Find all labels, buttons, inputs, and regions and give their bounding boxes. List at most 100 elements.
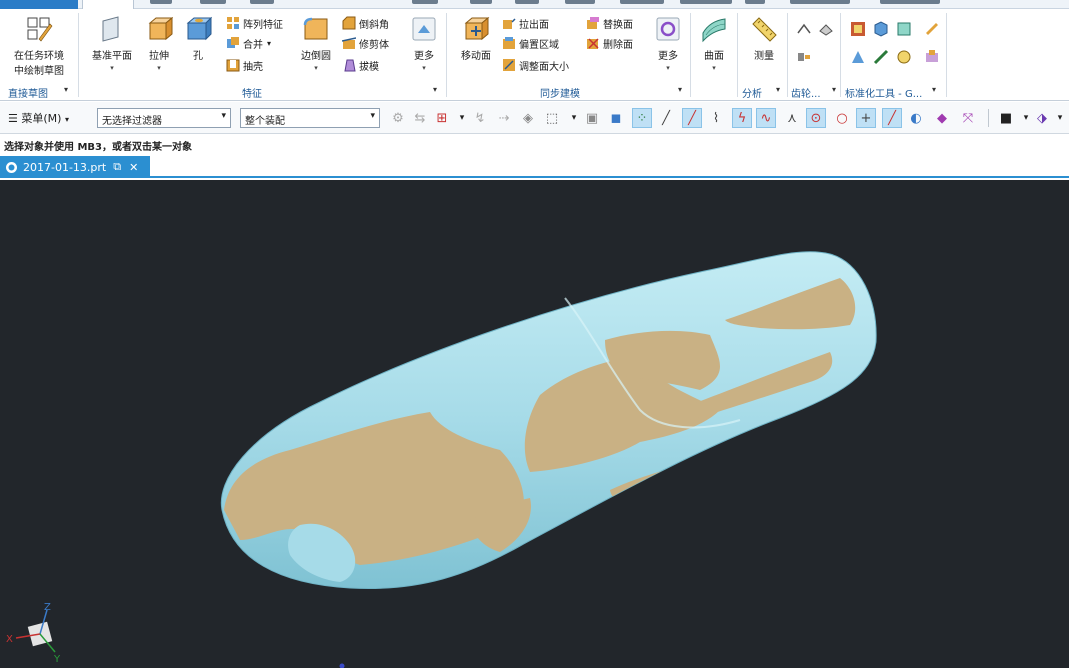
filter-icon[interactable]: ⇢: [494, 108, 514, 128]
polyline-icon[interactable]: ϟ: [732, 108, 752, 128]
std-tool-icon[interactable]: [850, 21, 866, 37]
origin-marker: [339, 663, 345, 668]
group-caret[interactable]: ▾: [433, 85, 437, 94]
selection-filter-dropdown[interactable]: 无选择过滤器 ▾: [97, 108, 231, 128]
spline-icon[interactable]: ∿: [756, 108, 776, 128]
chevron-down-icon[interactable]: ▾: [452, 108, 472, 128]
ribbon-tab[interactable]: [680, 0, 732, 4]
gear-tool-icon[interactable]: [796, 49, 812, 65]
resize-face-button[interactable]: 调整面大小: [502, 55, 569, 75]
assembly-navigator-icon[interactable]: ⚙: [388, 108, 408, 128]
render-style-icon[interactable]: ■: [996, 108, 1016, 128]
chevron-down-icon: ▾: [221, 111, 226, 121]
std-tool-icon[interactable]: [896, 21, 912, 37]
group-caret[interactable]: ▾: [64, 85, 68, 94]
chevron-down-icon[interactable]: ▾: [564, 108, 584, 128]
select-icon[interactable]: ↯: [470, 108, 490, 128]
view-orient-icon[interactable]: ⬗: [1032, 108, 1052, 128]
center-point-icon[interactable]: ⊙: [806, 108, 826, 128]
extrude-button[interactable]: 拉伸 ▾: [142, 15, 176, 72]
group-caret[interactable]: ▾: [832, 85, 836, 94]
gear-tool-icon[interactable]: [818, 21, 834, 37]
shell-icon: [226, 59, 240, 72]
measure-button[interactable]: 测量: [744, 15, 784, 62]
model-view[interactable]: Z X Y: [0, 180, 1069, 668]
file-tab[interactable]: [0, 0, 78, 9]
std-tool-icon[interactable]: [924, 21, 940, 37]
ribbon-tab[interactable]: [565, 0, 595, 4]
pattern-feature-button[interactable]: 阵列特征: [226, 13, 283, 33]
view-triad[interactable]: Z X Y: [6, 602, 61, 665]
point-on-face-icon[interactable]: ◐: [906, 108, 926, 128]
chevron-down-icon[interactable]: ▾: [1050, 108, 1069, 128]
replace-face-label: 替换面: [603, 19, 633, 31]
move-face-button[interactable]: 移动面: [454, 15, 498, 62]
pattern-label: 阵列特征: [243, 19, 283, 31]
pull-face-button[interactable]: 拉出面: [502, 13, 549, 33]
graphics-window[interactable]: Z X Y: [0, 180, 1069, 668]
draft-button[interactable]: 拔模: [342, 55, 379, 75]
snap-settings-icon[interactable]: ⤧: [958, 108, 978, 128]
toolbar-separator: [988, 109, 989, 127]
group-caret[interactable]: ▾: [678, 85, 682, 94]
select-all-icon[interactable]: ◈: [518, 108, 538, 128]
lasso-icon[interactable]: ⬚: [542, 108, 562, 128]
body-filter-icon[interactable]: ▣: [582, 108, 602, 128]
add-component-icon[interactable]: ⊞: [432, 108, 452, 128]
ribbon-tab[interactable]: [200, 0, 226, 4]
sketch-in-task-button[interactable]: 在任务环境 中绘制草图: [8, 15, 70, 77]
ribbon-tab[interactable]: [150, 0, 172, 4]
ribbon-tab[interactable]: [745, 0, 765, 4]
group-separator: [840, 13, 841, 97]
shell-button[interactable]: 抽壳: [226, 55, 263, 75]
intersection-icon[interactable]: ⋏: [782, 108, 802, 128]
trim-body-button[interactable]: 修剪体: [342, 33, 389, 53]
seat-model[interactable]: [220, 251, 877, 590]
std-tool-icon[interactable]: [896, 49, 912, 65]
delete-face-button[interactable]: 删除面: [586, 33, 633, 53]
document-tab[interactable]: 2017-01-13.prt ⧉ ✕: [0, 156, 150, 178]
ribbon-tab[interactable]: [470, 0, 492, 4]
std-tool-icon[interactable]: [873, 21, 889, 37]
line-icon[interactable]: ╱: [656, 108, 676, 128]
std-tool-icon[interactable]: [873, 49, 889, 65]
close-icon[interactable]: ✕: [129, 161, 138, 174]
hole-button[interactable]: 孔: [182, 15, 214, 62]
quadrant-point-icon[interactable]: ○: [832, 108, 852, 128]
offset-region-button[interactable]: 偏置区域: [502, 33, 559, 53]
group-caret[interactable]: ▾: [776, 85, 780, 94]
solid-filter-icon[interactable]: ◼: [606, 108, 626, 128]
more-icon: [656, 17, 680, 41]
ribbon-tab[interactable]: [412, 0, 438, 4]
group-caret[interactable]: ▾: [932, 85, 936, 94]
bounded-grid-icon[interactable]: ◆: [932, 108, 952, 128]
edge-icon[interactable]: ╱: [682, 108, 702, 128]
ribbon-tab[interactable]: [250, 0, 274, 4]
swap-icon[interactable]: ⇆: [410, 108, 430, 128]
ribbon-tab[interactable]: [790, 0, 850, 4]
snap-points-icon[interactable]: ⁘: [632, 108, 652, 128]
replace-face-button[interactable]: 替换面: [586, 13, 633, 33]
replace-face-icon: [587, 17, 599, 29]
sketch-label-line2: 中绘制草图: [14, 66, 64, 77]
ribbon-tab[interactable]: [880, 0, 940, 4]
std-tool-icon[interactable]: [924, 49, 940, 65]
std-tool-icon[interactable]: [850, 49, 866, 65]
existing-point-icon[interactable]: +: [856, 108, 876, 128]
datum-plane-button[interactable]: 基准平面 ▾: [86, 15, 138, 72]
sync-more-button[interactable]: 更多 ▾: [650, 15, 686, 72]
ribbon-tab[interactable]: [515, 0, 539, 4]
unite-button[interactable]: 合并 ▾: [226, 33, 271, 53]
edge-blend-button[interactable]: 边倒圆 ▾: [296, 15, 336, 72]
gear-tool-icon[interactable]: [796, 21, 812, 37]
surface-button[interactable]: 曲面 ▾: [696, 15, 732, 72]
point-on-curve-icon[interactable]: ╱: [882, 108, 902, 128]
feature-more-button[interactable]: 更多 ▾: [406, 15, 442, 72]
chamfer-button[interactable]: 倒斜角: [342, 13, 389, 33]
menu-button[interactable]: ☰ 菜单(M) ▾: [8, 110, 69, 126]
selection-scope-dropdown[interactable]: 整个装配 ▾: [240, 108, 380, 128]
group-separator: [946, 13, 947, 97]
curve-icon[interactable]: ⌇: [706, 108, 726, 128]
ribbon-tab[interactable]: [620, 0, 664, 4]
axis-label-y: Y: [53, 654, 61, 665]
